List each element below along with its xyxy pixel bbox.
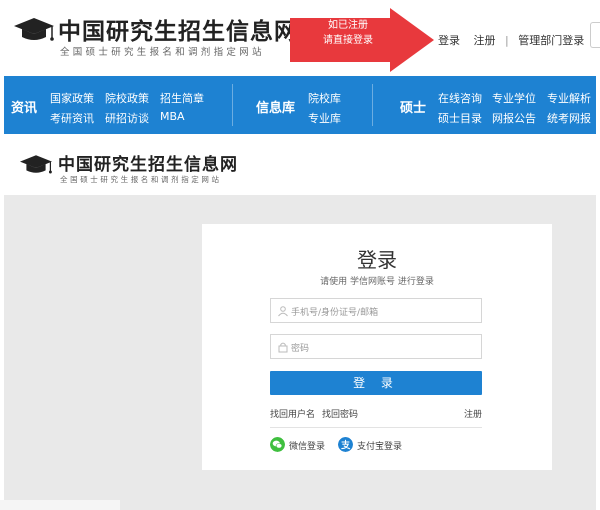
- nav-item-exam-news[interactable]: 考研资讯: [50, 110, 94, 126]
- graduation-cap-icon: [14, 18, 54, 41]
- bottom-strip: [0, 500, 120, 510]
- logo-title: 中国研究生招生信息网: [58, 155, 238, 175]
- nav-item-admission-guide[interactable]: 招生简章: [160, 90, 204, 106]
- alipay-icon: [338, 437, 353, 452]
- nav-category-news[interactable]: 资讯: [11, 97, 37, 116]
- lock-icon: [278, 342, 288, 353]
- password-placeholder: 密码: [291, 344, 310, 354]
- nav-item-master-catalog[interactable]: 硕士目录: [438, 110, 482, 126]
- alipay-login-label: 支付宝登录: [357, 442, 403, 452]
- main-nav: 资讯 国家政策 院校政策 招生简章 考研资讯 研招访谈 MBA 信息库 院校库 …: [4, 76, 596, 134]
- header-register-link[interactable]: 注册: [474, 32, 496, 48]
- site-logo[interactable]: 中国研究生招生信息网 全国硕士研究生报名和调剂指定网站: [12, 10, 302, 66]
- forgot-username-link[interactable]: 找回用户名: [270, 407, 315, 420]
- site-logo-secondary[interactable]: 中国研究生招生信息网 全国硕士研究生报名和调剂指定网站: [18, 148, 278, 188]
- logo-title: 中国研究生招生信息网: [58, 18, 298, 45]
- alipay-login-button[interactable]: 支付宝登录: [338, 437, 418, 453]
- nav-item-professional-degree[interactable]: 专业学位: [492, 90, 536, 106]
- register-link[interactable]: 注册: [464, 407, 482, 420]
- nav-category-master[interactable]: 硕士: [400, 97, 426, 116]
- arrow-note: 如已注册 请直接登录: [300, 18, 396, 48]
- login-title: 登录: [357, 248, 397, 272]
- user-icon: [278, 306, 288, 317]
- header-login-link[interactable]: 登录: [438, 32, 460, 48]
- divider: [270, 427, 482, 428]
- admin-login-link[interactable]: 管理部门登录: [518, 32, 584, 48]
- graduation-cap-icon: [20, 155, 52, 174]
- nav-divider: [372, 84, 373, 126]
- arrow-note-line2: 请直接登录: [323, 35, 373, 46]
- nav-item-major-analysis[interactable]: 专业解析: [547, 90, 591, 106]
- login-card: 登录 请使用 学信网账号 进行登录 手机号/身份证号/邮箱 密码 登 录 找回用…: [202, 224, 552, 470]
- cutoff-box: [590, 22, 600, 48]
- logo-subtitle: 全国硕士研究生报名和调剂指定网站: [60, 47, 265, 58]
- nav-item-national-policy[interactable]: 国家政策: [50, 90, 94, 106]
- nav-item-online-consult[interactable]: 在线咨询: [438, 90, 482, 106]
- forgot-password-link[interactable]: 找回密码: [322, 407, 358, 420]
- login-tip: 请使用 学信网账号 进行登录: [320, 277, 434, 287]
- nav-item-exam-registration[interactable]: 统考网报: [547, 110, 591, 126]
- username-placeholder: 手机号/身份证号/邮箱: [291, 308, 379, 318]
- nav-item-mba[interactable]: MBA: [160, 110, 185, 123]
- top-links: 登录 注册 | 管理部门登录: [438, 32, 584, 48]
- nav-item-interviews[interactable]: 研招访谈: [105, 110, 149, 126]
- nav-item-school-policy[interactable]: 院校政策: [105, 90, 149, 106]
- arrow-note-line1: 如已注册: [328, 20, 368, 31]
- wechat-login-button[interactable]: 微信登录: [270, 437, 340, 453]
- top-header: 中国研究生招生信息网 全国硕士研究生报名和调剂指定网站 如已注册 请直接登录 登…: [0, 0, 600, 76]
- nav-item-major-db[interactable]: 专业库: [308, 110, 341, 126]
- wechat-login-label: 微信登录: [289, 442, 326, 452]
- nav-item-school-db[interactable]: 院校库: [308, 90, 341, 106]
- password-input[interactable]: 密码: [270, 334, 482, 359]
- username-input[interactable]: 手机号/身份证号/邮箱: [270, 298, 482, 323]
- nav-divider: [232, 84, 233, 126]
- login-submit-button[interactable]: 登 录: [270, 371, 482, 395]
- header-separator: |: [505, 34, 509, 47]
- wechat-icon: [270, 437, 285, 452]
- logo-subtitle: 全国硕士研究生报名和调剂指定网站: [60, 175, 222, 184]
- nav-item-registration-notice[interactable]: 网报公告: [492, 110, 536, 126]
- nav-category-database[interactable]: 信息库: [256, 97, 295, 116]
